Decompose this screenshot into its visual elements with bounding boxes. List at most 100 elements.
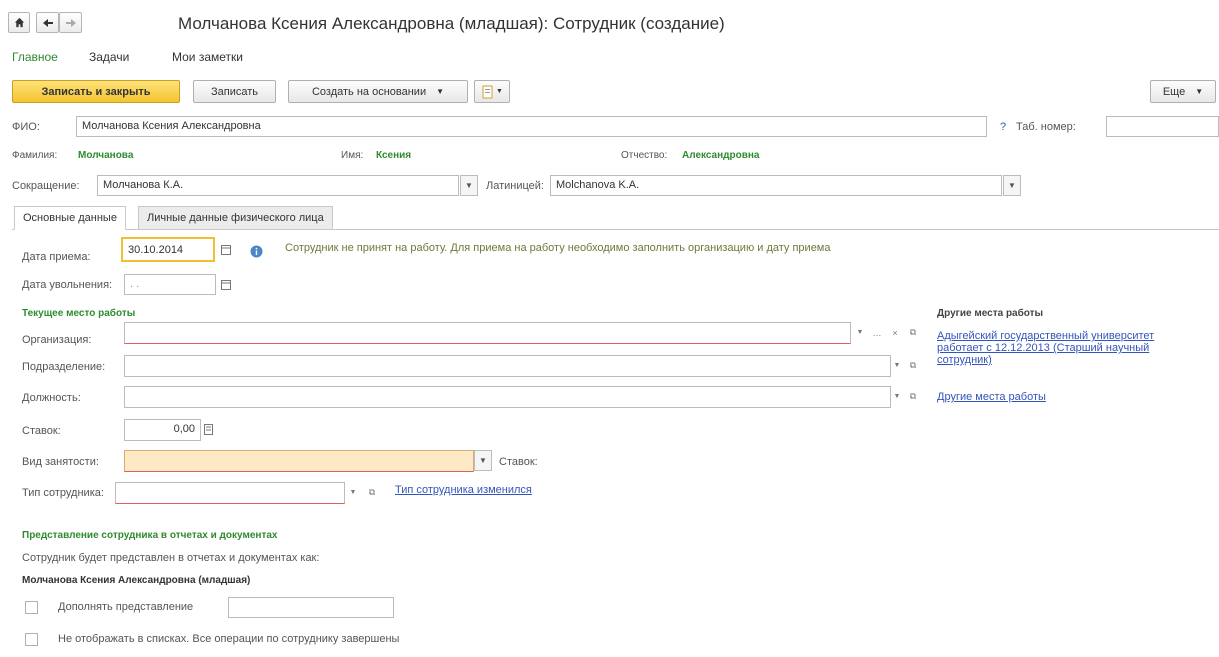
chevron-down-icon: ▼ xyxy=(349,489,357,496)
more-label: Еще xyxy=(1162,85,1186,98)
menu-tasks[interactable]: Задачи xyxy=(89,50,129,64)
calendar-icon xyxy=(221,279,231,290)
chevron-down-icon: ▼ xyxy=(1195,87,1204,96)
chevron-down-icon: ▼ xyxy=(893,362,901,369)
org-open[interactable]: ⧉ xyxy=(905,322,921,343)
open-link-icon: ⧉ xyxy=(909,327,917,337)
name-label: Имя: xyxy=(341,150,364,161)
dept-open[interactable]: ⧉ xyxy=(905,355,921,376)
dept-dropdown[interactable]: ▼ xyxy=(889,355,905,376)
tab-number-label: Таб. номер: xyxy=(1016,121,1076,133)
tab-basic[interactable]: Основные данные xyxy=(14,206,126,230)
employee-type-field[interactable] xyxy=(115,482,345,504)
menu-main[interactable]: Главное xyxy=(12,50,58,64)
org-dropdown[interactable]: ▼ xyxy=(852,322,868,343)
rate-field[interactable]: 0,00 xyxy=(124,419,201,441)
short-label: Сокращение: xyxy=(12,180,80,192)
latin-field[interactable]: Molchanova K.A. xyxy=(550,175,1002,196)
chevron-down-icon: ▼ xyxy=(496,88,503,95)
open-link-icon: ⧉ xyxy=(909,360,917,370)
back-button[interactable] xyxy=(36,12,59,33)
org-select[interactable]: … xyxy=(869,322,885,343)
hire-date-field[interactable]: 30.10.2014 xyxy=(121,237,215,262)
chevron-down-icon: ▼ xyxy=(856,329,864,336)
other-workplace-line3: сотрудник) xyxy=(937,354,992,366)
position-field[interactable] xyxy=(124,386,891,408)
fio-label: ФИО: xyxy=(12,121,40,133)
employment-field[interactable] xyxy=(124,450,474,472)
dismiss-date-calendar[interactable] xyxy=(218,274,234,295)
name-value: Ксения xyxy=(376,150,412,161)
employee-type-dropdown[interactable]: ▼ xyxy=(345,482,361,503)
info-icon xyxy=(250,245,263,258)
employee-type-open[interactable]: ⧉ xyxy=(364,482,380,503)
print-icon xyxy=(482,85,493,98)
open-link-icon: ⧉ xyxy=(909,391,917,401)
calendar-icon xyxy=(221,244,231,255)
position-label: Должность: xyxy=(22,392,81,404)
employee-type-changed-link[interactable]: Тип сотрудника изменился xyxy=(395,484,532,496)
position-open[interactable]: ⧉ xyxy=(905,386,921,407)
arrow-left-icon xyxy=(42,18,53,27)
fio-help-link[interactable]: ? xyxy=(1000,121,1006,133)
calculator-icon xyxy=(203,424,213,435)
chevron-down-icon: ▼ xyxy=(893,393,901,400)
open-link-icon: ⧉ xyxy=(368,487,376,497)
surname-label: Фамилия: xyxy=(12,150,58,161)
short-field[interactable]: Молчанова К.А. xyxy=(97,175,459,196)
print-menu-button[interactable]: ▼ xyxy=(474,80,510,103)
representation-value: Молчанова Ксения Александровна (младшая) xyxy=(22,575,251,586)
more-button[interactable]: Еще ▼ xyxy=(1150,80,1216,103)
latin-label: Латиницей: xyxy=(486,180,544,192)
latin-dropdown[interactable]: ▼ xyxy=(1003,175,1021,196)
other-workplace-line2: работает с 12.12.2013 (Старший научный xyxy=(937,342,1150,354)
tab-number-field[interactable] xyxy=(1106,116,1219,137)
chevron-down-icon: ▼ xyxy=(479,456,487,465)
employment-label: Вид занятости: xyxy=(22,456,99,468)
ellipsis-icon: … xyxy=(872,327,882,338)
create-based-on-button[interactable]: Создать на основании ▼ xyxy=(288,80,468,103)
home-icon xyxy=(14,17,24,28)
hide-from-lists-checkbox[interactable] xyxy=(25,633,38,646)
other-workplaces-link[interactable]: Другие места работы xyxy=(937,391,1046,403)
supplement-field[interactable] xyxy=(228,597,394,618)
fio-field[interactable]: Молчанова Ксения Александровна xyxy=(76,116,987,137)
short-dropdown[interactable]: ▼ xyxy=(460,175,478,196)
rate-calculator[interactable] xyxy=(200,419,216,440)
org-label: Организация: xyxy=(22,334,92,346)
supplement-checkbox[interactable] xyxy=(25,601,38,614)
surname-value: Молчанова xyxy=(78,150,134,161)
arrow-right-icon xyxy=(65,18,76,27)
workplace-section-title: Текущее место работы xyxy=(22,308,136,319)
patronymic-value: Александровна xyxy=(682,150,760,161)
home-button[interactable] xyxy=(8,12,30,33)
dismiss-date-field[interactable]: . . xyxy=(124,274,216,295)
save-and-close-button[interactable]: Записать и закрыть xyxy=(12,80,180,103)
org-clear[interactable]: × xyxy=(887,322,903,343)
hire-date-calendar[interactable] xyxy=(218,239,234,260)
hide-from-lists-label: Не отображать в списках. Все операции по… xyxy=(58,633,400,645)
position-dropdown[interactable]: ▼ xyxy=(889,386,905,407)
chevron-down-icon: ▼ xyxy=(465,181,473,190)
employee-type-label: Тип сотрудника: xyxy=(22,487,104,499)
hire-date-value: 30.10.2014 xyxy=(128,244,184,256)
supplement-label: Дополнять представление xyxy=(58,601,194,613)
forward-button[interactable] xyxy=(59,12,82,33)
hire-info-text: Сотрудник не принят на работу. Для прием… xyxy=(285,242,831,254)
window-title: Молчанова Ксения Александровна (младшая)… xyxy=(178,14,725,33)
representation-caption: Сотрудник будет представлен в отчетах и … xyxy=(22,552,320,564)
save-button[interactable]: Записать xyxy=(193,80,276,103)
employment-dropdown[interactable]: ▼ xyxy=(474,450,492,471)
tab-personal[interactable]: Личные данные физического лица xyxy=(138,206,333,230)
rate-label: Ставок: xyxy=(22,425,61,437)
dismiss-date-label: Дата увольнения: xyxy=(22,279,113,291)
menu-notes[interactable]: Мои заметки xyxy=(172,50,243,64)
hire-date-label: Дата приема: xyxy=(22,251,91,263)
representation-section-title: Представление сотрудника в отчетах и док… xyxy=(22,530,278,541)
dept-field[interactable] xyxy=(124,355,891,377)
org-field[interactable] xyxy=(124,322,851,344)
create-based-on-label: Создать на основании xyxy=(311,85,427,98)
other-workplace-line1: Адыгейский государственный университет xyxy=(937,330,1155,342)
patronymic-label: Отчество: xyxy=(621,150,668,161)
other-workplace-item[interactable]: Адыгейский государственный университет р… xyxy=(937,330,1154,366)
